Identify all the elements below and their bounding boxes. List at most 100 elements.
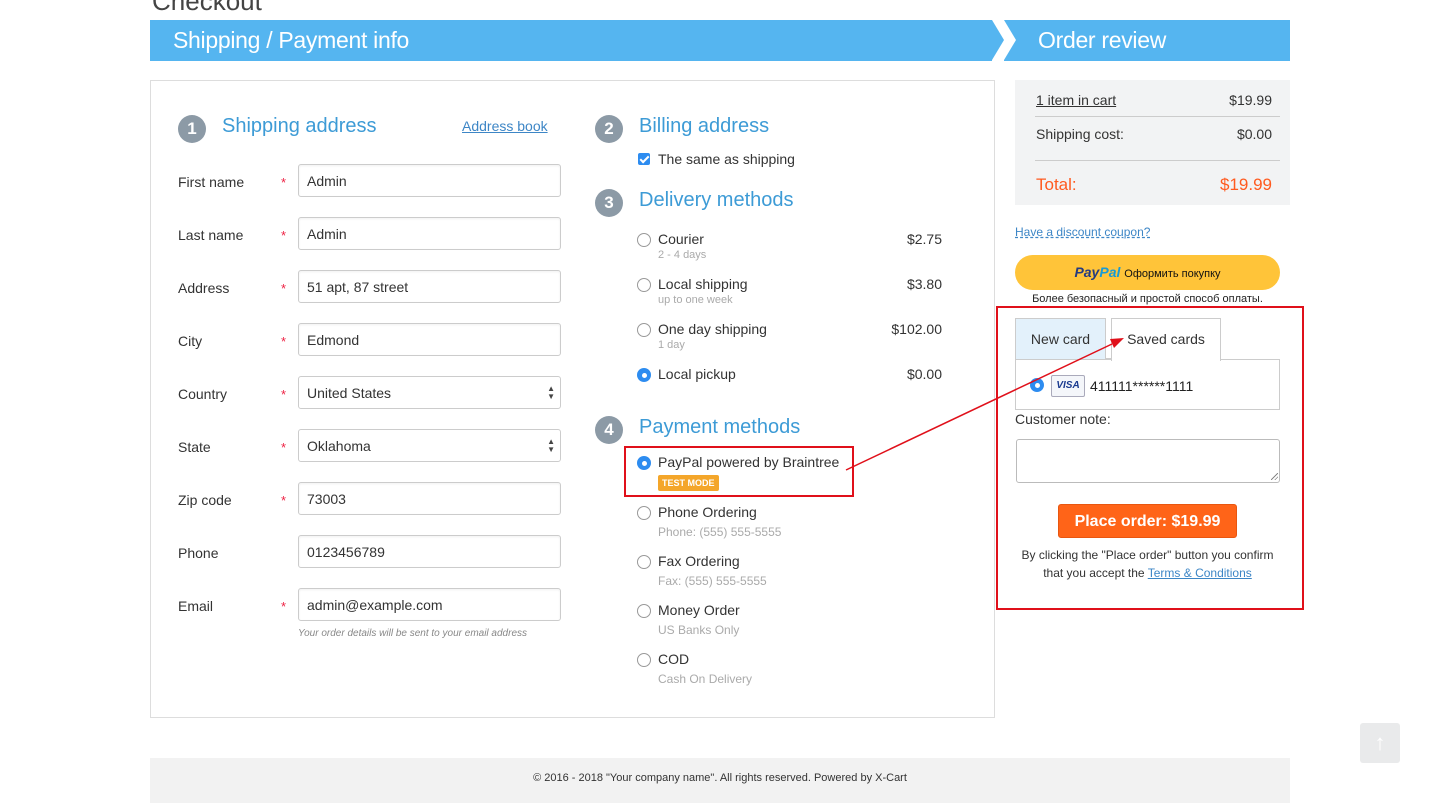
paypal-logo-part2: Pal	[1099, 264, 1121, 280]
paypal-checkout-button[interactable]: PayPal Оформить покупку	[1015, 255, 1280, 290]
email-hint: Your order details will be sent to your …	[298, 628, 528, 639]
visa-card-icon: VISA	[1051, 375, 1085, 397]
last-name-label: Last name	[178, 227, 244, 243]
first-name-label: First name	[178, 174, 245, 190]
address-book-link[interactable]: Address book	[462, 118, 548, 134]
payment-option-sub: US Banks Only	[658, 623, 740, 637]
delivery-option-name: Local shipping	[658, 276, 748, 292]
step-3-badge: 3	[595, 189, 623, 217]
billing-address-title: Billing address	[639, 115, 770, 137]
payment-option-name: Fax Ordering	[658, 553, 740, 569]
country-label: Country	[178, 386, 228, 402]
shipping-address-title: Shipping address	[222, 115, 377, 137]
delivery-option-name: Local pickup	[658, 366, 736, 382]
address-input[interactable]	[298, 270, 561, 303]
step-1-badge: 1	[178, 115, 206, 143]
back-to-top-button[interactable]: ↑	[1360, 723, 1400, 763]
summary-divider	[1035, 160, 1280, 161]
payment-option-sub: Phone: (555) 555-5555	[658, 525, 782, 539]
payment-option-sub: Cash On Delivery	[658, 672, 753, 686]
delivery-methods-title: Delivery methods	[639, 189, 794, 211]
header-arrow	[992, 20, 1004, 60]
required-marker: *	[281, 387, 287, 402]
payment-radio-phone-ordering[interactable]	[637, 506, 651, 520]
shipping-cost-price: $0.00	[1236, 126, 1272, 142]
arrow-up-icon: ↑	[1374, 730, 1386, 755]
required-marker: *	[281, 175, 287, 190]
email-label: Email	[178, 598, 214, 614]
terms-notice: By clicking the "Place order" button you…	[1015, 546, 1280, 582]
summary-divider	[1035, 116, 1280, 117]
delivery-radio-local-pickup[interactable]	[637, 368, 651, 382]
delivery-option-price: $0.00	[906, 366, 942, 382]
delivery-option-price: $2.75	[906, 231, 942, 247]
required-marker: *	[281, 599, 287, 614]
total-label: Total:	[1036, 175, 1077, 194]
tab-new-card[interactable]: New card	[1015, 318, 1106, 360]
order-review-title: Order review	[1038, 27, 1167, 53]
country-select[interactable]: United States ▲ ▼	[298, 376, 561, 409]
items-price: $19.99	[1229, 92, 1272, 108]
delivery-option-name: Courier	[658, 231, 704, 247]
delivery-option-sub: 1 day	[658, 339, 685, 351]
state-select[interactable]: Oklahoma ▲ ▼	[298, 429, 561, 462]
payment-radio-money-order[interactable]	[637, 604, 651, 618]
saved-card-radio[interactable]	[1030, 378, 1044, 392]
required-marker: *	[281, 440, 287, 455]
delivery-radio-one-day[interactable]	[637, 323, 651, 337]
city-input[interactable]	[298, 323, 561, 356]
country-select-value: United States	[307, 385, 392, 401]
terms-conditions-link[interactable]: Terms & Conditions	[1148, 566, 1252, 580]
delivery-option-sub: up to one week	[658, 294, 733, 306]
state-select-value: Oklahoma	[307, 438, 371, 454]
payment-methods-title: Payment methods	[639, 416, 801, 438]
address-label: Address	[178, 280, 230, 296]
place-order-button[interactable]: Place order: $19.99	[1058, 504, 1237, 538]
required-marker: *	[281, 334, 287, 349]
tab-saved-cards[interactable]: Saved cards	[1111, 318, 1221, 361]
page-title: Checkout	[152, 0, 262, 16]
payment-option-name: COD	[658, 651, 690, 667]
delivery-radio-local-shipping[interactable]	[637, 278, 651, 292]
zip-input[interactable]	[298, 482, 561, 515]
delivery-option-price: $3.80	[906, 276, 942, 292]
total-price: $19.99	[1220, 175, 1272, 194]
paypal-button-text: Оформить покупку	[1124, 268, 1221, 280]
textarea-resize-grip-icon[interactable]	[1271, 473, 1278, 480]
paypal-note: Более безопасный и простой способ оплаты…	[1032, 293, 1263, 305]
annotation-highlight-paypal	[624, 446, 854, 497]
last-name-input[interactable]	[298, 217, 561, 250]
delivery-option-sub: 2 - 4 days	[658, 249, 707, 261]
payment-option-name: Phone Ordering	[658, 504, 757, 520]
zip-label: Zip code	[178, 492, 232, 508]
payment-radio-fax-ordering[interactable]	[637, 555, 651, 569]
phone-input[interactable]	[298, 535, 561, 568]
paypal-logo: PayPal	[1074, 264, 1120, 280]
discount-coupon-link[interactable]: Have a discount coupon?	[1015, 225, 1150, 239]
required-marker: *	[281, 493, 287, 508]
customer-note-label: Customer note:	[1015, 411, 1111, 427]
delivery-radio-courier[interactable]	[637, 233, 651, 247]
required-marker: *	[281, 281, 287, 296]
required-marker: *	[281, 228, 287, 243]
payment-radio-cod[interactable]	[637, 653, 651, 667]
customer-note-textarea[interactable]	[1016, 439, 1280, 483]
saved-card-number: 411111******1111	[1090, 378, 1194, 394]
items-in-cart-link[interactable]: 1 item in cart	[1036, 92, 1116, 108]
tab-divider	[1106, 358, 1111, 360]
step-4-badge: 4	[595, 416, 623, 444]
first-name-input[interactable]	[298, 164, 561, 197]
email-input[interactable]	[298, 588, 561, 621]
same-as-shipping-label: The same as shipping	[658, 151, 795, 167]
same-as-shipping-checkbox[interactable]	[638, 153, 650, 165]
step-2-badge: 2	[595, 115, 623, 143]
phone-label: Phone	[178, 545, 219, 561]
select-arrows-icon: ▲ ▼	[547, 384, 555, 401]
select-arrows-icon: ▲ ▼	[547, 437, 555, 454]
footer-copyright: © 2016 - 2018 "Your company name". All r…	[533, 772, 907, 784]
paypal-logo-part1: Pay	[1074, 264, 1100, 280]
active-tab-joiner	[1112, 358, 1220, 361]
checkout-form-panel	[150, 80, 995, 718]
delivery-option-name: One day shipping	[658, 321, 767, 337]
state-label: State	[178, 439, 211, 455]
